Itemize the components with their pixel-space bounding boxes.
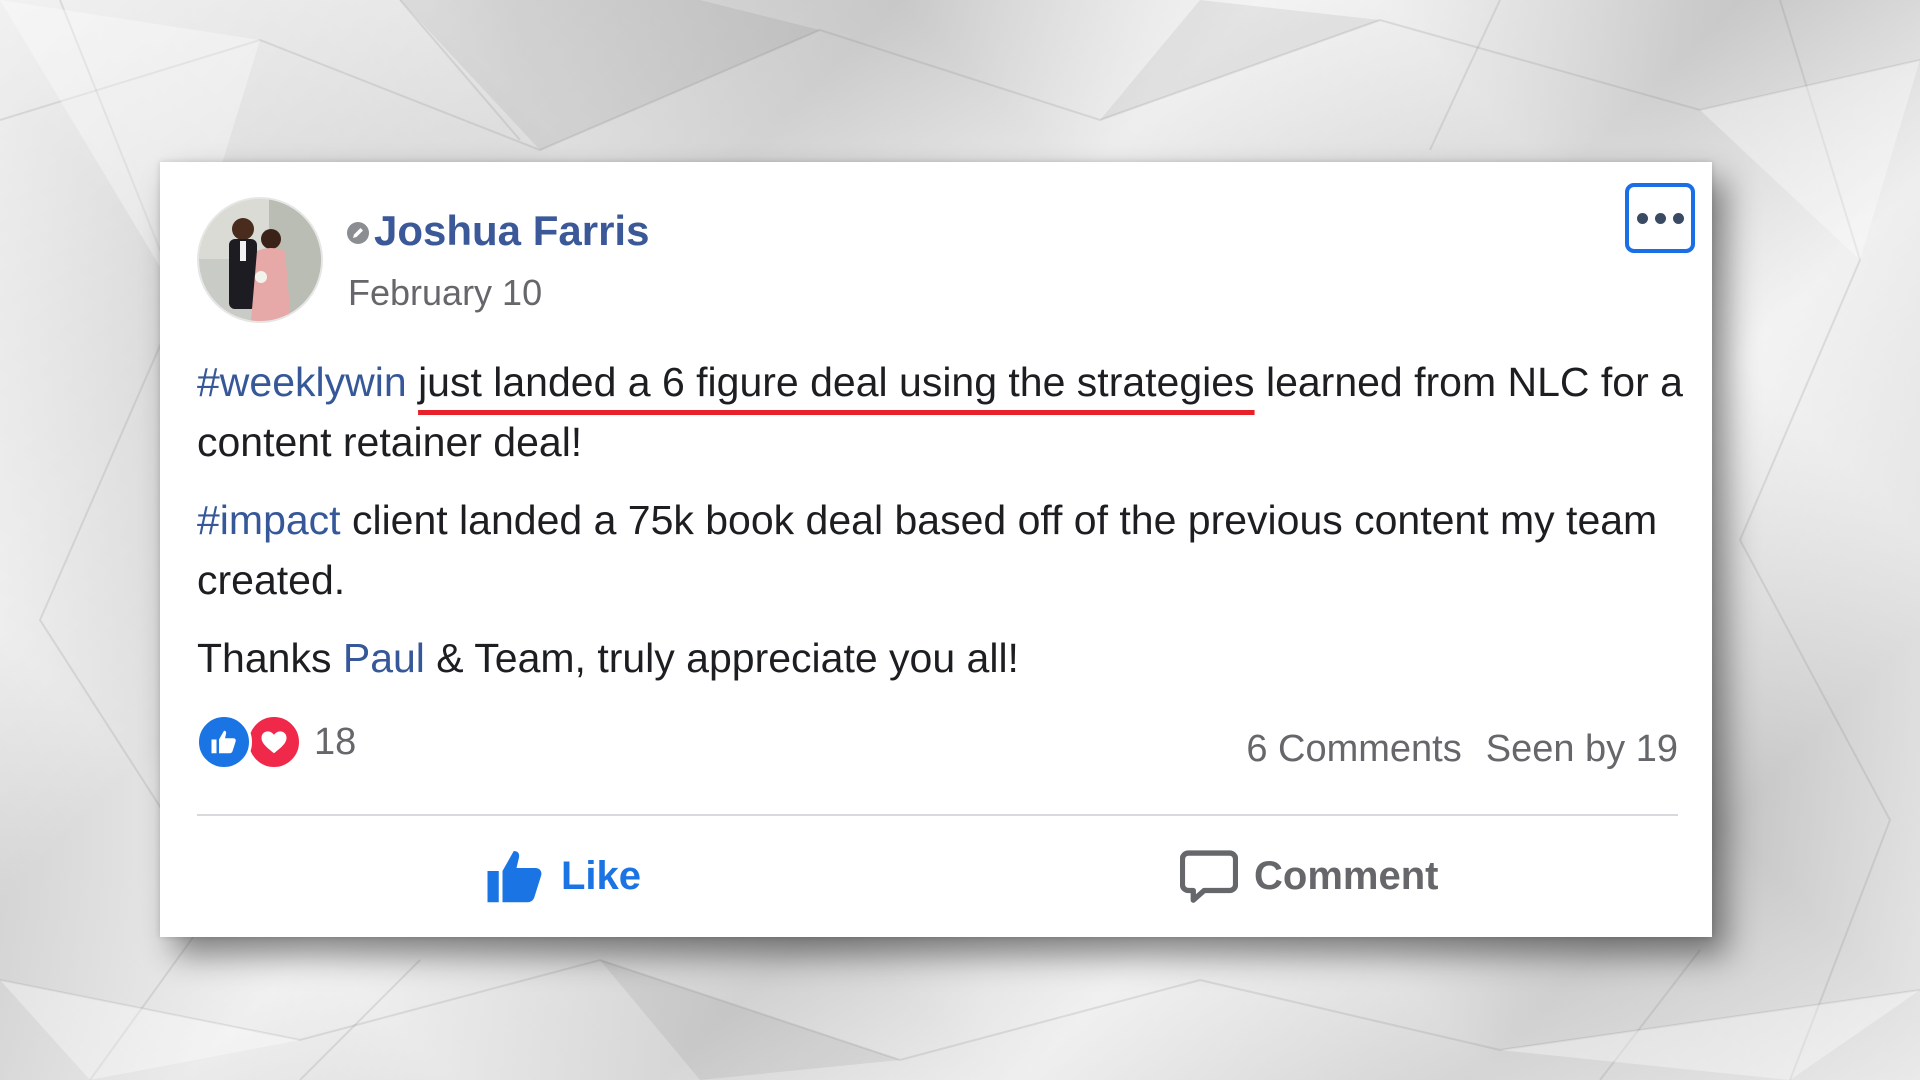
post-stats: 6 Comments Seen by 19 — [1246, 728, 1678, 771]
comment-button[interactable]: Comment — [1180, 848, 1438, 904]
seen-by-count[interactable]: Seen by 19 — [1486, 728, 1678, 771]
post-paragraph-2: #impact client landed a 75k book deal ba… — [197, 490, 1697, 610]
like-reaction-icon — [196, 714, 252, 770]
edited-pencil-icon — [347, 222, 369, 244]
love-reaction-icon — [246, 714, 302, 770]
hashtag-impact[interactable]: #impact — [197, 497, 341, 543]
reaction-count: 18 — [314, 720, 357, 763]
post-text: client landed a 75k book deal based off … — [197, 497, 1658, 603]
post-card: Joshua Farris February 10 #weeklywin jus… — [160, 162, 1712, 937]
more-options-button[interactable] — [1625, 183, 1695, 253]
post-paragraph-1: #weeklywin just landed a 6 figure deal u… — [197, 352, 1697, 472]
post-text: Thanks — [197, 635, 343, 681]
post-paragraph-3: Thanks Paul & Team, truly appreciate you… — [197, 628, 1697, 688]
post-text: & Team, truly appreciate you all! — [424, 635, 1019, 681]
like-button[interactable]: Like — [485, 848, 641, 904]
author-row: Joshua Farris — [346, 210, 649, 252]
reactions-summary[interactable]: 18 — [196, 714, 356, 770]
divider — [197, 814, 1678, 816]
comment-bubble-icon — [1180, 850, 1238, 903]
post-date[interactable]: February 10 — [348, 275, 542, 311]
post-body: #weeklywin just landed a 6 figure deal u… — [197, 352, 1697, 706]
author-name[interactable]: Joshua Farris — [374, 210, 649, 252]
hashtag-weeklywin[interactable]: #weeklywin — [197, 359, 407, 405]
comments-count[interactable]: 6 Comments — [1246, 728, 1461, 771]
like-label: Like — [561, 853, 642, 898]
more-options-icon — [1636, 212, 1648, 224]
comment-label: Comment — [1254, 853, 1439, 898]
mention-paul[interactable]: Paul — [343, 635, 425, 681]
avatar[interactable] — [197, 197, 323, 323]
thumbs-up-icon — [487, 851, 542, 903]
highlighted-text: just landed a 6 figure deal using the st… — [418, 359, 1255, 405]
